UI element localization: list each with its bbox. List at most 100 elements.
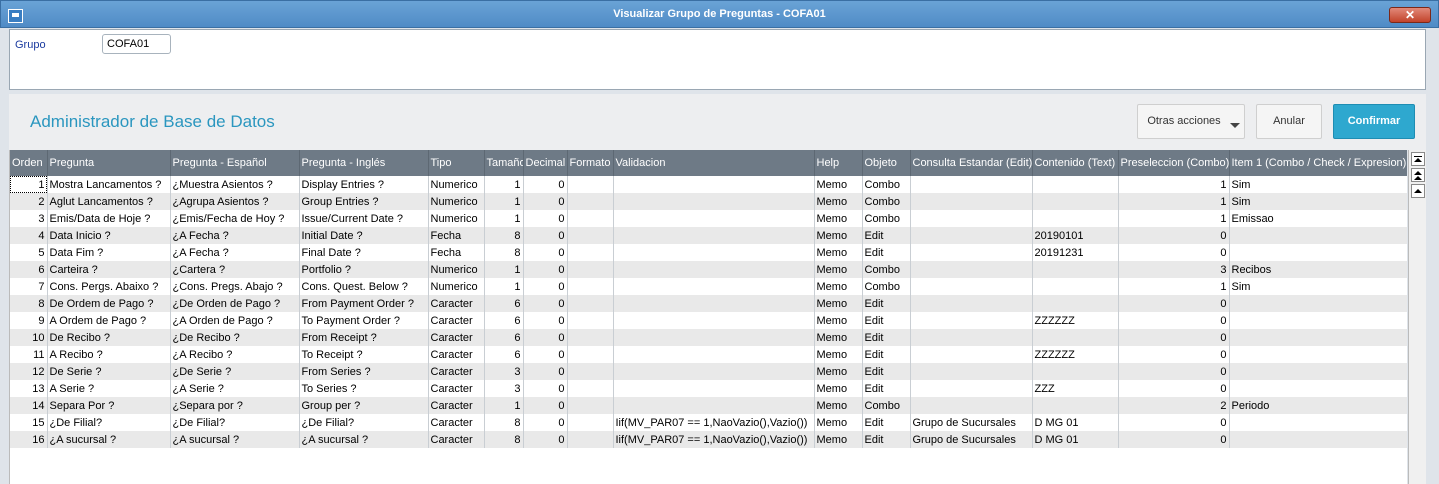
- table-cell[interactable]: [1229, 414, 1407, 431]
- table-cell[interactable]: 4: [10, 227, 48, 244]
- table-cell[interactable]: [567, 210, 614, 227]
- table-cell[interactable]: 0: [523, 295, 568, 312]
- table-cell[interactable]: 0: [523, 176, 568, 193]
- table-cell[interactable]: Iif(MV_PAR07 == 1,NaoVazio(),Vazio()): [613, 431, 815, 448]
- table-cell[interactable]: From Payment Order ?: [299, 295, 429, 312]
- table-cell[interactable]: Caracter: [428, 346, 485, 363]
- table-cell[interactable]: Periodo: [1229, 397, 1407, 414]
- other-actions-button[interactable]: Otras acciones: [1137, 104, 1245, 139]
- table-cell[interactable]: 3: [1118, 261, 1230, 278]
- table-cell[interactable]: 0: [1118, 227, 1230, 244]
- table-cell[interactable]: 1: [484, 210, 524, 227]
- table-cell[interactable]: 11: [10, 346, 48, 363]
- table-cell[interactable]: Memo: [814, 244, 863, 261]
- table-cell[interactable]: Combo: [862, 176, 911, 193]
- table-cell[interactable]: Edit: [862, 363, 911, 380]
- table-cell[interactable]: 6: [484, 329, 524, 346]
- table-cell[interactable]: 1: [1118, 210, 1230, 227]
- table-cell[interactable]: [613, 397, 815, 414]
- table-cell[interactable]: [567, 363, 614, 380]
- table-cell[interactable]: [910, 244, 1033, 261]
- table-cell[interactable]: Sim: [1229, 193, 1407, 210]
- table-cell[interactable]: [567, 278, 614, 295]
- table-cell[interactable]: 1: [10, 176, 48, 193]
- table-cell[interactable]: [567, 346, 614, 363]
- table-cell[interactable]: Numerico: [428, 210, 485, 227]
- table-cell[interactable]: Emis/Data de Hoje ?: [47, 210, 171, 227]
- table-cell[interactable]: 14: [10, 397, 48, 414]
- table-cell[interactable]: Data Inicio ?: [47, 227, 171, 244]
- column-header[interactable]: Item 1 (Combo / Check / Expresion): [1229, 150, 1407, 176]
- column-header[interactable]: Pregunta - Español: [170, 150, 300, 176]
- table-cell[interactable]: [1229, 363, 1407, 380]
- table-cell[interactable]: ¿Cons. Pregs. Abajo ?: [170, 278, 300, 295]
- table-cell[interactable]: ¿A Recibo ?: [170, 346, 300, 363]
- table-cell[interactable]: Numerico: [428, 261, 485, 278]
- table-cell[interactable]: 8: [484, 227, 524, 244]
- table-cell[interactable]: ¿De Orden de Pago ?: [170, 295, 300, 312]
- column-header[interactable]: Tamaño: [484, 150, 524, 176]
- table-cell[interactable]: 1: [484, 278, 524, 295]
- column-header[interactable]: Contenido (Text): [1032, 150, 1119, 176]
- table-cell[interactable]: Combo: [862, 210, 911, 227]
- table-cell[interactable]: Memo: [814, 176, 863, 193]
- table-cell[interactable]: 3: [484, 380, 524, 397]
- table-cell[interactable]: 0: [1118, 295, 1230, 312]
- table-cell[interactable]: 20191231: [1032, 244, 1119, 261]
- table-cell[interactable]: ¿De Filial?: [170, 414, 300, 431]
- table-cell[interactable]: 0: [1118, 312, 1230, 329]
- table-cell[interactable]: [567, 312, 614, 329]
- table-cell[interactable]: Memo: [814, 193, 863, 210]
- table-cell[interactable]: Iif(MV_PAR07 == 1,NaoVazio(),Vazio()): [613, 414, 815, 431]
- table-cell[interactable]: 15: [10, 414, 48, 431]
- table-cell[interactable]: 10: [10, 329, 48, 346]
- table-row[interactable]: 9A Ordem de Pago ? ¿A Orden de Pago ? To P…: [10, 312, 1407, 329]
- table-cell[interactable]: Caracter: [428, 380, 485, 397]
- table-cell[interactable]: 5: [10, 244, 48, 261]
- table-cell[interactable]: ¿De Filial?: [299, 414, 429, 431]
- table-cell[interactable]: 7: [10, 278, 48, 295]
- table-cell[interactable]: 0: [523, 380, 568, 397]
- table-cell[interactable]: 0: [1118, 329, 1230, 346]
- column-header[interactable]: Validacion: [613, 150, 815, 176]
- table-cell[interactable]: Memo: [814, 261, 863, 278]
- table-cell[interactable]: 3: [484, 363, 524, 380]
- table-row[interactable]: 14 Separa Por ? ¿Separa por ? Group per ? Ca…: [10, 397, 1407, 414]
- table-cell[interactable]: 0: [523, 227, 568, 244]
- table-cell[interactable]: [567, 295, 614, 312]
- table-cell[interactable]: [910, 227, 1033, 244]
- column-header[interactable]: Decimal: [523, 150, 568, 176]
- table-cell[interactable]: [567, 329, 614, 346]
- column-header[interactable]: Formato: [567, 150, 614, 176]
- table-cell[interactable]: ¿A sucursal ?: [47, 431, 171, 448]
- table-cell[interactable]: Memo: [814, 431, 863, 448]
- table-cell[interactable]: [1229, 295, 1407, 312]
- table-cell[interactable]: [567, 380, 614, 397]
- table-cell[interactable]: 1: [484, 176, 524, 193]
- table-cell[interactable]: 6: [484, 312, 524, 329]
- table-cell[interactable]: 0: [523, 431, 568, 448]
- table-cell[interactable]: Edit: [862, 380, 911, 397]
- table-cell[interactable]: ¿A Serie ?: [170, 380, 300, 397]
- table-cell[interactable]: Data Fim ?: [47, 244, 171, 261]
- table-cell[interactable]: 20190101: [1032, 227, 1119, 244]
- table-cell[interactable]: [1032, 329, 1119, 346]
- table-cell[interactable]: 8: [484, 244, 524, 261]
- table-cell[interactable]: [1032, 278, 1119, 295]
- table-cell[interactable]: Memo: [814, 363, 863, 380]
- table-cell[interactable]: Fecha: [428, 244, 485, 261]
- table-cell[interactable]: [1032, 261, 1119, 278]
- table-cell[interactable]: Sim: [1229, 278, 1407, 295]
- table-cell[interactable]: Fecha: [428, 227, 485, 244]
- table-cell[interactable]: 0: [1118, 431, 1230, 448]
- table-cell[interactable]: 12: [10, 363, 48, 380]
- column-header[interactable]: Help: [814, 150, 863, 176]
- table-cell[interactable]: 0: [523, 363, 568, 380]
- table-cell[interactable]: Memo: [814, 380, 863, 397]
- table-cell[interactable]: [613, 244, 815, 261]
- table-cell[interactable]: ¿A sucursal ?: [299, 431, 429, 448]
- cancel-button[interactable]: Anular: [1256, 104, 1322, 139]
- table-cell[interactable]: Edit: [862, 227, 911, 244]
- table-cell[interactable]: Caracter: [428, 414, 485, 431]
- table-cell[interactable]: Group Entries ?: [299, 193, 429, 210]
